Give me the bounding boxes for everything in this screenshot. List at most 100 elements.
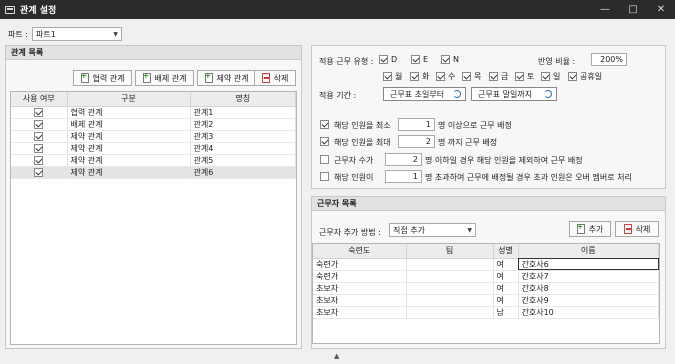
day-checkbox[interactable]: 토 — [515, 71, 534, 82]
used-cell[interactable] — [11, 106, 68, 119]
add-doc-icon — [576, 222, 585, 234]
chevron-up-icon[interactable]: ▲ — [334, 352, 339, 360]
gender-cell: 여 — [493, 258, 519, 271]
used-cell[interactable] — [11, 166, 68, 179]
add-worker-button[interactable]: 추가 — [569, 221, 611, 237]
checkbox[interactable] — [541, 72, 550, 81]
relation-row[interactable]: 제약 관계 관계3 — [11, 130, 296, 143]
col-used[interactable]: 사용 여부 — [11, 92, 68, 107]
method-select[interactable]: 직접 추가 ▼ — [389, 223, 476, 237]
gender-cell: 여 — [493, 282, 519, 295]
minimize-button[interactable]: — — [591, 0, 619, 19]
rule-value-input[interactable]: 2 — [398, 135, 435, 148]
col-skill[interactable]: 숙련도 — [313, 244, 407, 259]
type-checkbox-e[interactable]: E — [411, 55, 428, 64]
used-cell[interactable] — [11, 118, 68, 131]
worker-row[interactable]: 숙련가 여 간호사6 — [313, 258, 659, 271]
part-select[interactable]: 파트1 ▼ — [31, 27, 122, 41]
period-from-button[interactable]: 근무표 초일부터 — [383, 87, 466, 101]
close-button[interactable]: ✕ — [647, 0, 675, 19]
name-cell: 관계2 — [190, 118, 296, 131]
day-checkbox[interactable]: 목 — [462, 71, 481, 82]
relation-row[interactable]: 배제 관계 관계2 — [11, 118, 296, 131]
checkbox[interactable] — [462, 72, 471, 81]
rule-value-input[interactable]: 1 — [385, 170, 422, 183]
type-checkbox-n[interactable]: N — [441, 55, 459, 64]
used-checkbox[interactable] — [34, 131, 44, 141]
period-to-label: 근무표 말일까지 — [478, 89, 533, 99]
checkbox[interactable] — [379, 55, 388, 64]
add-exclude-button[interactable]: 배제 관계 — [135, 70, 194, 86]
rule-value-input[interactable]: 2 — [385, 153, 422, 166]
delete-worker-button[interactable]: 삭제 — [615, 221, 659, 237]
day-checkbox[interactable]: 수 — [436, 71, 455, 82]
used-checkbox[interactable] — [34, 143, 44, 153]
type-label-text: E — [423, 55, 429, 64]
col-team[interactable]: 팀 — [406, 244, 494, 259]
checkbox[interactable] — [441, 55, 450, 64]
type-checkbox-d[interactable]: D — [379, 55, 397, 64]
add-constrain-button[interactable]: 제약 관계 — [197, 70, 256, 86]
used-checkbox[interactable] — [34, 155, 44, 165]
rule-checkbox[interactable] — [320, 172, 329, 181]
part-select-value: 파트1 — [35, 29, 56, 39]
window-icon — [5, 5, 15, 14]
used-checkbox[interactable] — [34, 167, 44, 177]
checkbox[interactable] — [410, 72, 419, 81]
day-label-text: 화 — [422, 72, 430, 81]
rule-checkbox[interactable] — [320, 120, 329, 129]
part-row: 파트 : 파트1 ▼ — [8, 27, 122, 41]
used-checkbox[interactable] — [34, 107, 44, 117]
relation-panel: 관계 목록 협력 관계 배제 관계 제약 관계 삭제 사용 여부 구분 명칭 협… — [5, 45, 302, 349]
day-checkbox[interactable]: 일 — [541, 71, 560, 82]
relation-row[interactable]: 제약 관계 관계6 — [11, 166, 296, 179]
worker-row[interactable]: 초보자 남 간호사10 — [313, 306, 659, 319]
col-name[interactable]: 명칭 — [190, 92, 296, 107]
checkbox[interactable] — [383, 72, 392, 81]
chevron-down-icon: ▼ — [467, 227, 472, 234]
col-kind[interactable]: 구분 — [67, 92, 191, 107]
checkbox[interactable] — [568, 72, 577, 81]
ratio-input[interactable]: 200% — [591, 53, 627, 66]
skill-cell: 초보자 — [313, 306, 407, 319]
worker-row[interactable]: 초보자 여 간호사8 — [313, 282, 659, 295]
relation-row[interactable]: 협력 관계 관계1 — [11, 106, 296, 119]
rule-prefix: 해당 인원을 최대 — [334, 138, 391, 147]
skill-cell: 초보자 — [313, 294, 407, 307]
delete-relation-button[interactable]: 삭제 — [254, 70, 296, 86]
type-label: 적용 근무 유형 : — [319, 57, 374, 66]
add-cooperate-button[interactable]: 협력 관계 — [73, 70, 132, 86]
name-cell: 관계1 — [190, 106, 296, 119]
refresh-icon — [544, 90, 552, 98]
used-cell[interactable] — [11, 154, 68, 167]
rule-checkbox[interactable] — [320, 155, 329, 164]
day-checkbox[interactable]: 금 — [489, 71, 508, 82]
col-worker-name[interactable]: 이름 — [518, 244, 659, 259]
period-to-button[interactable]: 근무표 말일까지 — [471, 87, 557, 101]
rule-checkbox[interactable] — [320, 137, 329, 146]
kind-cell: 제약 관계 — [67, 166, 191, 179]
worker-row[interactable]: 초보자 여 간호사9 — [313, 294, 659, 307]
team-cell — [406, 306, 494, 319]
rule-suffix: 명 이하일 경우 해당 인원을 제외하여 근무 배정 — [425, 156, 583, 165]
col-gender[interactable]: 성별 — [493, 244, 519, 259]
checkbox[interactable] — [489, 72, 498, 81]
day-checkbox[interactable]: 공휴일 — [568, 71, 602, 82]
day-checkbox[interactable]: 월 — [383, 71, 402, 82]
day-checkbox[interactable]: 화 — [410, 71, 429, 82]
worker-row[interactable]: 숙련가 여 간호사7 — [313, 270, 659, 283]
day-label-text: 월 — [395, 72, 403, 81]
worker-panel: 근무자 목록 근무자 추가 방법 : 직접 추가 ▼ 추가 삭제 숙련도 팀 성… — [311, 196, 666, 349]
add-cooperate-label: 협력 관계 — [92, 73, 125, 83]
checkbox[interactable] — [515, 72, 524, 81]
checkbox[interactable] — [411, 55, 420, 64]
relation-row[interactable]: 제약 관계 관계5 — [11, 154, 296, 167]
used-cell[interactable] — [11, 130, 68, 143]
relation-row[interactable]: 제약 관계 관계4 — [11, 142, 296, 155]
checkbox[interactable] — [436, 72, 445, 81]
day-label-text: 일 — [553, 72, 561, 81]
used-checkbox[interactable] — [34, 119, 44, 129]
used-cell[interactable] — [11, 142, 68, 155]
maximize-button[interactable]: □ — [619, 0, 647, 19]
rule-value-input[interactable]: 1 — [398, 118, 435, 131]
